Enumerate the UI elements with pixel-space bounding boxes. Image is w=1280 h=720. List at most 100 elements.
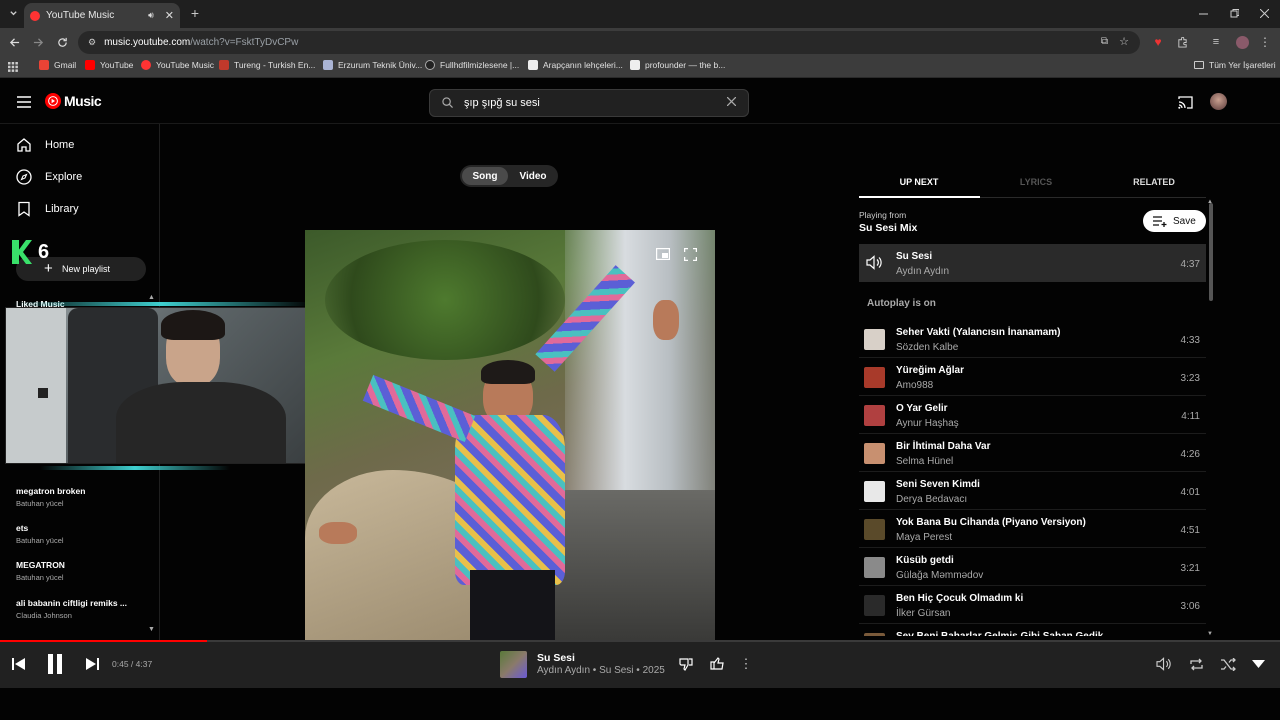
extension-heart-icon[interactable]: ♥ — [1150, 34, 1166, 50]
minimize-icon[interactable] — [1195, 5, 1211, 21]
queue-item[interactable]: O Yar Gelir Aynur Haşhaş 4:11 — [859, 396, 1206, 434]
search-input[interactable]: şıp şıpğ su sesi — [464, 97, 540, 109]
tab-label: UP NEXT — [899, 177, 939, 187]
tab-up-next[interactable]: UP NEXT — [860, 177, 978, 187]
queue-item[interactable]: Seni Seven Kimdi Derya Bedavacı 4:01 — [859, 472, 1206, 510]
bookmark-label: profounder — the b... — [645, 60, 726, 70]
playlist-item[interactable]: megatron broken Batuhan yücel — [16, 486, 85, 508]
queue-item[interactable]: Bir İhtimal Daha Var Selma Hünel 4:26 — [859, 434, 1206, 472]
account-avatar[interactable] — [1210, 93, 1227, 110]
queue-item-artist: Derya Bedavacı — [896, 494, 968, 505]
bookmark-label: Erzurum Teknik Üniv... — [338, 60, 423, 70]
url-host: music.youtube.com — [104, 37, 191, 48]
tab-close-icon[interactable]: ✕ — [165, 9, 174, 22]
queue-item-title: Su Sesi — [896, 251, 933, 262]
queue-item-title: Sev Beni Baharlar Gelmiş Gibi Şaban Gedi… — [896, 631, 1103, 636]
ytmusic-logo[interactable]: Music — [45, 93, 102, 109]
all-bookmarks[interactable]: Tüm Yer İşaretleri — [1194, 60, 1276, 70]
like-icon[interactable] — [709, 655, 725, 671]
queue-scroll-up-icon[interactable]: ▲ — [1207, 199, 1213, 205]
playlist-item[interactable]: ets Batuhan yücel — [16, 523, 64, 545]
player-thumbnail[interactable] — [500, 651, 527, 678]
tab-lyrics[interactable]: LYRICS — [977, 177, 1095, 187]
bookmark-gmail[interactable]: Gmail — [39, 60, 76, 70]
volume-icon[interactable] — [1155, 656, 1173, 672]
queue-item-artist: Aynur Haşhaş — [896, 418, 959, 429]
youtube-music-favicon-icon — [30, 10, 40, 21]
bookmark-profounder[interactable]: profounder — the b... — [630, 60, 725, 70]
queue-item-artist: Sözden Kalbe — [896, 342, 959, 353]
queue-item-duration: 4:37 — [1180, 259, 1200, 270]
playlist-item[interactable]: ali babanin ciftligi remiks ... Claudia J… — [16, 598, 127, 620]
forward-arrow-icon[interactable] — [31, 35, 45, 49]
playlist-item[interactable]: MEGATRON Batuhan yücel — [16, 560, 65, 582]
search-field[interactable]: şıp şıpğ su sesi — [429, 89, 749, 117]
progress-bar[interactable] — [0, 640, 1280, 642]
scroll-up-arrow-icon[interactable]: ▲ — [148, 294, 155, 301]
queue-item-duration: 3:23 — [1180, 373, 1200, 384]
save-queue-button[interactable]: Save — [1143, 210, 1206, 232]
repeat-icon[interactable] — [1187, 656, 1205, 672]
now-playing-speaker-icon — [866, 255, 882, 270]
scroll-down-arrow-icon[interactable]: ▼ — [148, 626, 155, 633]
toggle-song[interactable]: Song — [462, 167, 508, 185]
queue-current-item[interactable]: Su Sesi Aydın Aydın 4:37 — [859, 244, 1206, 282]
tab-related[interactable]: RELATED — [1095, 177, 1213, 187]
bookmark-arapca[interactable]: Arapçanın lehçeleri... — [528, 60, 623, 70]
new-tab-plus-icon[interactable]: + — [188, 5, 202, 21]
bookmark-youtube-music[interactable]: YouTube Music — [141, 60, 214, 70]
queue-item[interactable]: Yok Bana Bu Cihanda (Piyano Versiyon) May… — [859, 510, 1206, 548]
nav-explore[interactable]: Explore — [16, 169, 82, 185]
reload-icon[interactable] — [55, 35, 69, 49]
queue-item[interactable]: Sev Beni Baharlar Gelmiş Gibi Şaban Gedi… — [859, 624, 1206, 636]
queue-item-title: O Yar Gelir — [896, 403, 948, 414]
player-song-subtitle[interactable]: Aydın Aydın • Su Sesi • 2025 — [537, 665, 665, 676]
new-playlist-button[interactable]: + New playlist — [16, 257, 146, 281]
restore-icon[interactable] — [1226, 5, 1242, 21]
toggle-video[interactable]: Video — [510, 167, 556, 185]
expand-player-icon[interactable] — [1250, 657, 1266, 671]
fullscreen-icon[interactable] — [682, 246, 698, 262]
queue-item[interactable]: Küsüb getdi Gülağa Məmmədov 3:21 — [859, 548, 1206, 586]
bookmark-youtube[interactable]: YouTube — [85, 60, 133, 70]
browser-menu-icon[interactable]: ⋮ — [1258, 34, 1272, 50]
tab-audio-icon[interactable]: 🔊︎ — [148, 10, 154, 21]
url-field[interactable]: ⚙︎ music.youtube.com/watch?v=FsktTyDvCPw… — [78, 31, 1140, 54]
browser-tab[interactable]: YouTube Music 🔊︎ ✕ — [24, 3, 180, 28]
bookmark-star-icon[interactable]: ☆ — [1119, 35, 1129, 48]
nav-home[interactable]: Home — [16, 137, 74, 153]
queue-item[interactable]: Seher Vakti (Yalancısın İnanamam) Sözden … — [859, 320, 1206, 358]
cast-icon[interactable] — [1177, 94, 1193, 110]
pause-button[interactable] — [42, 651, 68, 677]
previous-track-icon[interactable] — [10, 656, 26, 672]
bookmark-erzurum[interactable]: Erzurum Teknik Üniv... — [323, 60, 422, 70]
queue-scrollbar[interactable] — [1209, 203, 1213, 301]
hamburger-menu-icon[interactable] — [16, 94, 32, 110]
more-options-icon[interactable]: ⋮ — [738, 656, 754, 672]
queue-scroll-down-icon[interactable]: ▼ — [1207, 631, 1213, 637]
site-info-icon[interactable]: ⚙︎ — [88, 37, 96, 48]
apps-grid-icon[interactable] — [6, 60, 20, 74]
clear-search-icon[interactable] — [727, 97, 736, 106]
queue-item-title: Ben Hiç Çocuk Olmadım ki — [896, 593, 1024, 604]
webcam-overlay — [5, 307, 309, 464]
next-track-icon[interactable] — [84, 656, 100, 672]
bookmark-fullhdfilm[interactable]: Fullhdfilmizlesene |... — [425, 60, 519, 70]
bookmark-tureng[interactable]: Tureng - Turkish En... — [219, 60, 315, 70]
nav-library[interactable]: Library — [16, 201, 79, 217]
miniplayer-icon[interactable] — [655, 246, 671, 262]
player-song-title[interactable]: Su Sesi — [537, 652, 575, 664]
window-close-icon[interactable] — [1256, 5, 1272, 21]
tab-list-chevron-icon[interactable] — [6, 6, 20, 20]
profile-avatar-icon[interactable] — [1234, 34, 1250, 50]
media-controls-icon[interactable]: ≡ — [1208, 34, 1224, 50]
dislike-icon[interactable] — [678, 656, 694, 672]
extensions-puzzle-icon[interactable] — [1174, 34, 1190, 50]
queue-item[interactable]: Ben Hiç Çocuk Olmadım ki İlker Gürsan 3:06 — [859, 586, 1206, 624]
back-arrow-icon[interactable] — [7, 35, 21, 49]
wikipedia-icon — [528, 60, 538, 70]
shuffle-icon[interactable] — [1219, 656, 1237, 672]
webcam-glow-bottom — [40, 466, 230, 470]
install-app-icon[interactable]: ⧉ — [1101, 36, 1108, 47]
queue-item[interactable]: Yüreğim Ağlar Amo988 3:23 — [859, 358, 1206, 396]
